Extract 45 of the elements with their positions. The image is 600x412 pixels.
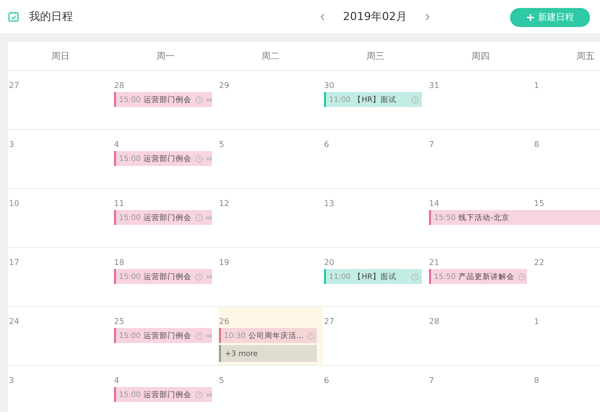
day-number: 15 xyxy=(534,199,544,210)
weekday-header: 周四 xyxy=(470,50,490,62)
day-number: 10 xyxy=(9,199,20,210)
day-number: 25 xyxy=(114,317,124,328)
day-number: 3 xyxy=(9,376,14,387)
day-number: 1 xyxy=(534,81,540,92)
day-number: 22 xyxy=(534,258,544,269)
day-number: 20 xyxy=(324,258,334,269)
day-number: 27 xyxy=(9,81,20,92)
day-number: 11 xyxy=(114,199,124,210)
day-number: 14 xyxy=(429,199,440,210)
day-number: 3 xyxy=(9,140,14,151)
day-number: 6 xyxy=(324,140,330,151)
day-number: 27 xyxy=(324,317,334,328)
day-number: 28 xyxy=(114,81,124,92)
day-number: 21 xyxy=(429,258,440,269)
day-number: 7 xyxy=(429,376,434,387)
day-number: 17 xyxy=(9,258,20,269)
current-month: 2019年02月 xyxy=(343,9,407,24)
day-number: 30 xyxy=(324,81,334,92)
day-number: 13 xyxy=(324,199,334,210)
day-number: 8 xyxy=(534,140,540,151)
day-number: 18 xyxy=(114,258,124,269)
weekday-header: 周五 xyxy=(576,50,596,62)
page-title: 我的日程 xyxy=(29,9,73,24)
day-number: 24 xyxy=(9,317,20,328)
day-number: 26 xyxy=(219,317,230,328)
day-number: 4 xyxy=(114,140,120,151)
day-number: 7 xyxy=(429,140,434,151)
calendar-icon xyxy=(8,11,19,22)
day-number: 1 xyxy=(534,317,540,328)
day-number: 8 xyxy=(534,376,540,387)
weekday-header: 周日 xyxy=(50,50,70,62)
day-number: 4 xyxy=(114,376,120,387)
weekday-header: 周三 xyxy=(366,50,386,62)
day-number: 29 xyxy=(219,81,230,92)
weekday-header: 周二 xyxy=(260,50,280,62)
day-number: 12 xyxy=(219,199,230,210)
day-number: 19 xyxy=(219,258,230,269)
day-number: 5 xyxy=(219,376,224,387)
day-number: 6 xyxy=(324,376,330,387)
day-number: 28 xyxy=(429,317,440,328)
day-number: 5 xyxy=(219,140,224,151)
weekday-header: 周一 xyxy=(156,50,176,62)
day-number: 31 xyxy=(429,81,440,92)
